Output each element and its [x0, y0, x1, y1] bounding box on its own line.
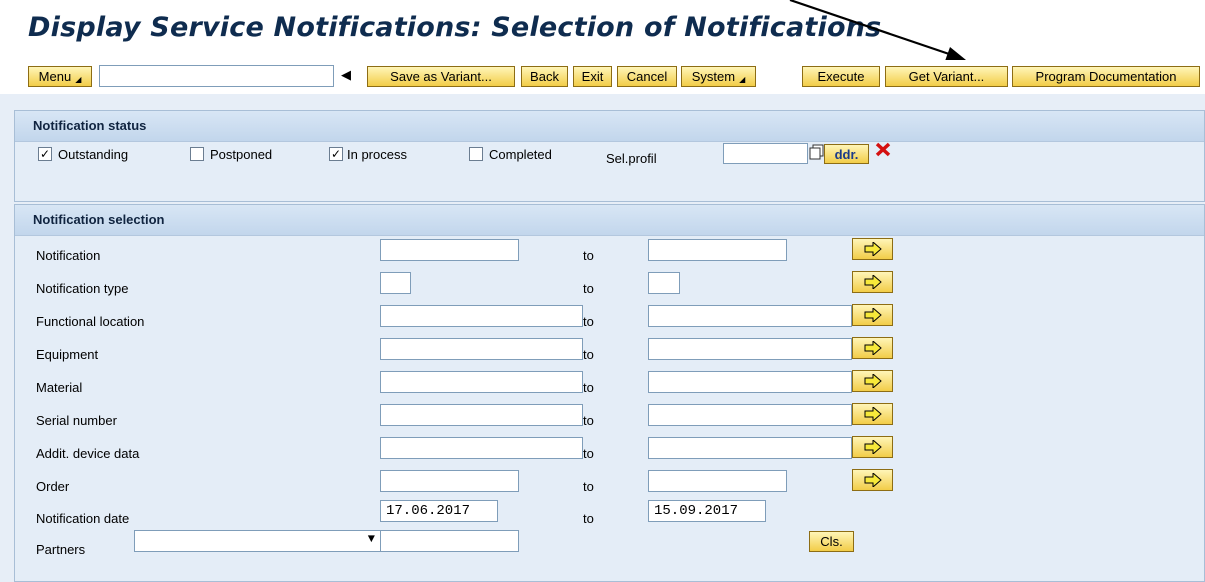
right-arrow-icon — [864, 374, 882, 388]
partners-label: Partners — [36, 542, 86, 557]
cancel-button[interactable]: Cancel — [617, 66, 677, 87]
delete-icon[interactable] — [874, 141, 892, 159]
execute-button[interactable]: Execute — [802, 66, 880, 87]
notification-date-to-input[interactable] — [648, 500, 766, 522]
row-label-serial-number: Serial number — [36, 413, 117, 428]
functional-location-to-input[interactable] — [648, 305, 852, 327]
red-x-icon — [875, 142, 891, 157]
right-arrow-icon — [864, 407, 882, 421]
system-button-label: System — [691, 69, 736, 84]
sel-profil-label: Sel.profil — [606, 151, 657, 166]
row-label-notification-date: Notification date — [36, 511, 130, 526]
check-mark-icon: ✓ — [330, 147, 342, 161]
multiple-selection-arrow-button[interactable] — [852, 469, 893, 491]
right-arrow-icon — [864, 275, 882, 289]
multiple-selection-arrow-button[interactable] — [852, 436, 893, 458]
copy-icon[interactable] — [809, 143, 825, 161]
checkbox-postponed-label: Postponed — [210, 147, 273, 162]
to-label: to — [583, 248, 594, 263]
collapse-left-icon[interactable]: ◀ — [341, 67, 351, 83]
notification-from-input[interactable] — [380, 239, 519, 261]
partners-role-select[interactable]: ▼ — [134, 530, 381, 552]
dropdown-triangle-icon: ◢ — [75, 75, 82, 84]
material-from-input[interactable] — [380, 371, 583, 393]
to-label: to — [583, 380, 594, 395]
notification-selection-frame: Notification selection — [14, 204, 1205, 582]
multiple-selection-arrow-button[interactable] — [852, 403, 893, 425]
to-label: to — [583, 446, 594, 461]
row-label-material: Material — [36, 380, 83, 395]
to-label: to — [583, 314, 594, 329]
order-from-input[interactable] — [380, 470, 519, 492]
right-arrow-icon — [864, 473, 882, 487]
row-label-addit-device-data: Addit. device data — [36, 446, 140, 461]
dropdown-arrow-icon: ▼ — [367, 532, 375, 546]
equipment-from-input[interactable] — [380, 338, 583, 360]
right-arrow-icon — [864, 308, 882, 322]
notification-to-input[interactable] — [648, 239, 787, 261]
checkbox-completed-label: Completed — [489, 147, 552, 162]
to-label: to — [583, 479, 594, 494]
copy-icon-graphic — [809, 144, 824, 160]
right-arrow-icon — [864, 341, 882, 355]
ddr-button[interactable]: ddr. — [824, 144, 869, 164]
material-to-input[interactable] — [648, 371, 852, 393]
notification-type-to-input[interactable] — [648, 272, 680, 294]
multiple-selection-arrow-button[interactable] — [852, 337, 893, 359]
sel-profil-input[interactable] — [723, 143, 808, 164]
to-label: to — [583, 281, 594, 296]
to-label: to — [583, 413, 594, 428]
notification-type-from-input[interactable] — [380, 272, 411, 294]
dropdown-triangle-icon: ◢ — [739, 75, 746, 84]
cls-button[interactable]: Cls. — [809, 531, 854, 552]
multiple-selection-arrow-button[interactable] — [852, 304, 893, 326]
row-label-notification: Notification — [36, 248, 101, 263]
check-mark-icon: ✓ — [39, 147, 51, 161]
notification-selection-title: Notification selection — [15, 205, 1204, 236]
row-label-order: Order — [36, 479, 70, 494]
row-label-functional-location: Functional location — [36, 314, 145, 329]
checkbox-outstanding-label: Outstanding — [58, 147, 129, 162]
menu-button[interactable]: Menu ◢ — [28, 66, 92, 87]
row-label-notification-type: Notification type — [36, 281, 129, 296]
equipment-to-input[interactable] — [648, 338, 852, 360]
right-arrow-icon — [864, 440, 882, 454]
checkbox-postponed[interactable] — [190, 147, 204, 161]
notification-status-title: Notification status — [15, 111, 1204, 142]
back-button[interactable]: Back — [521, 66, 568, 87]
menu-button-label: Menu — [38, 69, 72, 84]
checkbox-in-process-label: In process — [347, 147, 407, 162]
checkbox-completed[interactable] — [469, 147, 483, 161]
save-as-variant-button[interactable]: Save as Variant... — [367, 66, 515, 87]
get-variant-button[interactable]: Get Variant... — [885, 66, 1008, 87]
command-field[interactable] — [99, 65, 334, 87]
program-documentation-button[interactable]: Program Documentation — [1012, 66, 1200, 87]
order-to-input[interactable] — [648, 470, 787, 492]
multiple-selection-arrow-button[interactable] — [852, 370, 893, 392]
notification-date-from-input[interactable] — [380, 500, 498, 522]
addit-device-data-from-input[interactable] — [380, 437, 583, 459]
row-label-equipment: Equipment — [36, 347, 99, 362]
addit-device-data-to-input[interactable] — [648, 437, 852, 459]
to-label: to — [583, 511, 594, 526]
checkbox-outstanding[interactable]: ✓ — [38, 147, 52, 161]
serial-number-to-input[interactable] — [648, 404, 852, 426]
right-arrow-icon — [864, 242, 882, 256]
multiple-selection-arrow-button[interactable] — [852, 271, 893, 293]
checkbox-in-process[interactable]: ✓ — [329, 147, 343, 161]
to-label: to — [583, 347, 594, 362]
serial-number-from-input[interactable] — [380, 404, 583, 426]
functional-location-from-input[interactable] — [380, 305, 583, 327]
multiple-selection-arrow-button[interactable] — [852, 238, 893, 260]
exit-button[interactable]: Exit — [573, 66, 612, 87]
partners-value-input[interactable] — [380, 530, 519, 552]
system-button[interactable]: System ◢ — [681, 66, 756, 87]
